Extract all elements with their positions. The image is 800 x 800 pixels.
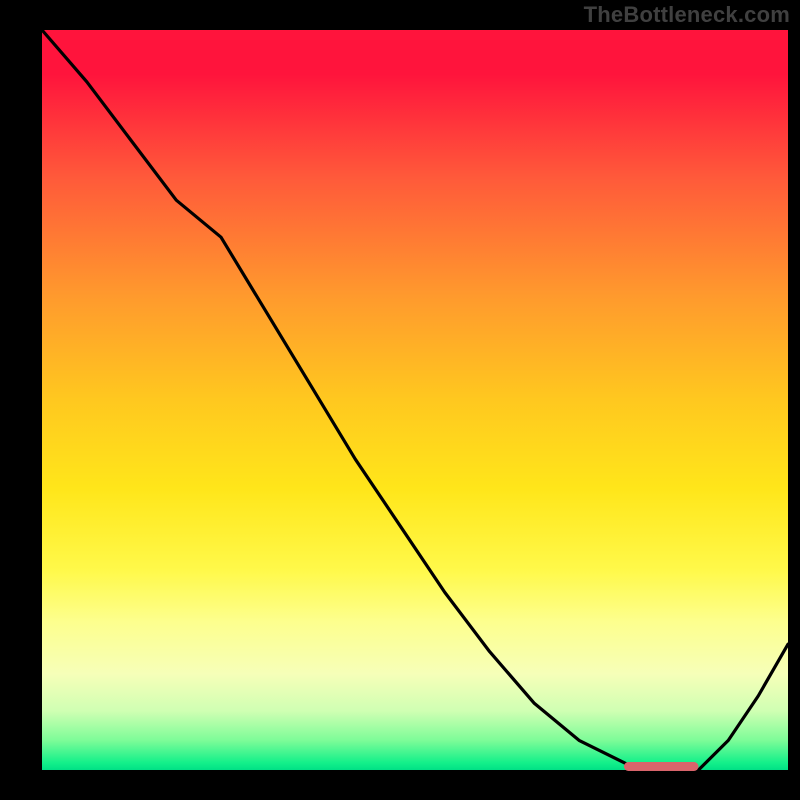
curve-path [42, 30, 788, 770]
flat-segment-marker [624, 762, 699, 771]
bottleneck-curve [42, 30, 788, 770]
plot-area [42, 30, 788, 770]
attribution-label: TheBottleneck.com [584, 2, 790, 28]
chart-frame: TheBottleneck.com [0, 0, 800, 800]
